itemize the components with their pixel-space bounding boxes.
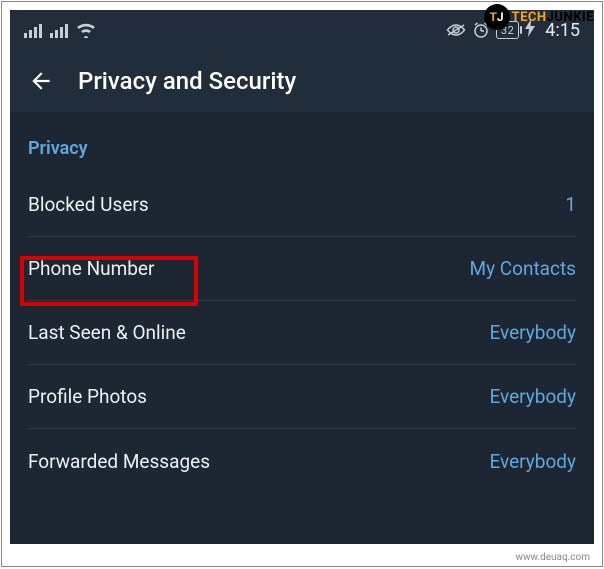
settings-content: Privacy Blocked Users 1 Phone Number My … (10, 112, 594, 493)
row-last-seen[interactable]: Last Seen & Online Everybody (28, 301, 576, 365)
techjunkie-logo: TJ TECHJUNKIE (484, 4, 594, 30)
signal-icon (24, 22, 42, 38)
row-blocked-users[interactable]: Blocked Users 1 (28, 173, 576, 237)
row-profile-photos[interactable]: Profile Photos Everybody (28, 365, 576, 429)
techjunkie-badge: TJ (484, 4, 510, 30)
row-label: Blocked Users (28, 193, 149, 216)
section-header-privacy: Privacy (28, 112, 576, 173)
row-phone-number[interactable]: Phone Number My Contacts (28, 237, 576, 301)
row-value: Everybody (489, 385, 576, 408)
source-watermark: www.deuaq.com (514, 551, 593, 564)
logo-letter-t: T (489, 10, 496, 24)
back-button[interactable] (28, 68, 54, 94)
logo-letter-j: J (497, 10, 504, 24)
row-label: Forwarded Messages (28, 450, 210, 473)
row-value: 1 (565, 193, 576, 216)
row-label: Phone Number (28, 257, 154, 280)
row-value: Everybody (489, 321, 576, 344)
row-forwarded-messages[interactable]: Forwarded Messages Everybody (28, 429, 576, 493)
signal-icon-2 (50, 22, 68, 38)
phone-screen: 32 4:15 Privacy and Security Privacy (10, 10, 594, 544)
wifi-icon (76, 22, 96, 38)
logo-text-tech: TECH (512, 10, 547, 25)
row-value: Everybody (489, 450, 576, 473)
eye-icon (446, 23, 466, 37)
logo-text-junkie: JUNKIE (547, 10, 594, 25)
row-label: Last Seen & Online (28, 321, 186, 344)
row-label: Profile Photos (28, 385, 147, 408)
status-bar-left (24, 22, 96, 38)
techjunkie-text: TECHJUNKIE (512, 10, 594, 25)
page-title: Privacy and Security (78, 67, 296, 95)
arrow-left-icon (28, 68, 54, 94)
screenshot-frame: TJ TECHJUNKIE (1, 1, 603, 567)
row-value: My Contacts (469, 257, 576, 280)
app-header: Privacy and Security (10, 50, 594, 112)
